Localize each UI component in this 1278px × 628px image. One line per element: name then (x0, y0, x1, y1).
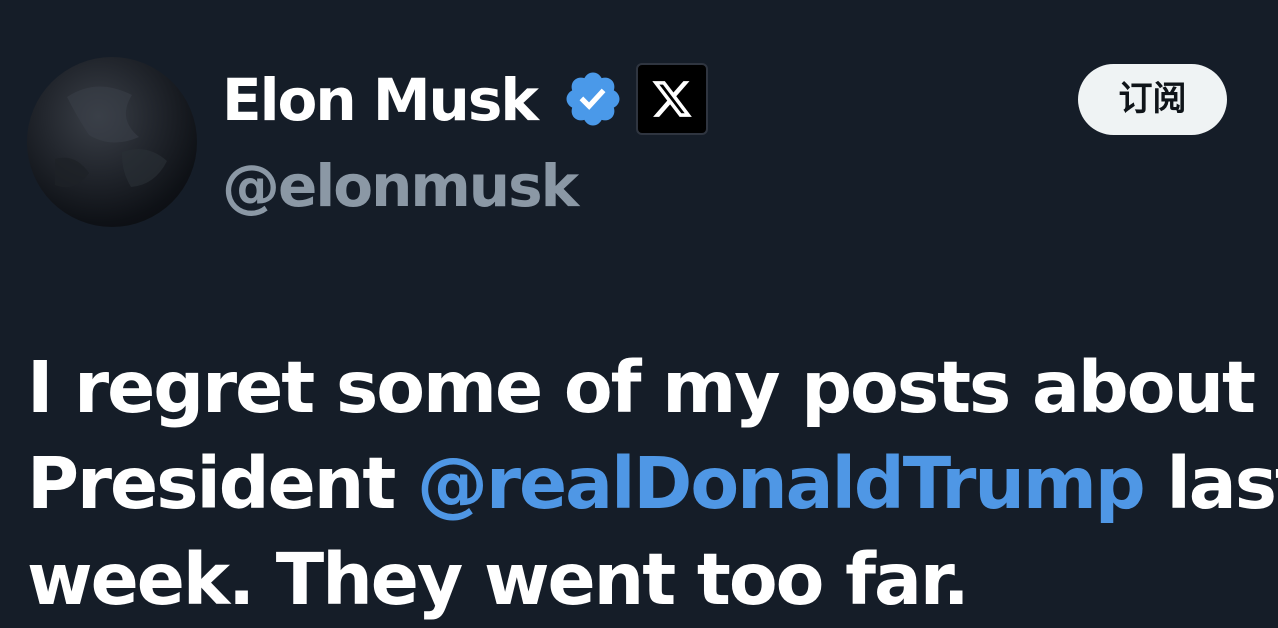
tweet-card: Elon Musk @elonmusk 订阅 I regret some of … (0, 0, 1278, 621)
tweet-text-line-2-suffix: last (1166, 442, 1278, 525)
x-logo-icon (652, 81, 692, 117)
x-logo-badge[interactable] (636, 63, 708, 135)
mention-link[interactable]: @realDonaldTrump (417, 442, 1146, 525)
subscribe-button[interactable]: 订阅 (1078, 64, 1227, 135)
display-name[interactable]: Elon Musk (222, 62, 539, 138)
avatar-image (55, 86, 167, 188)
tweet-text-line-3: week. They went too far. (27, 538, 970, 621)
avatar[interactable] (27, 57, 197, 227)
username-handle[interactable]: @elonmusk (222, 150, 579, 222)
tweet-text-line-2-prefix: President (27, 442, 417, 525)
tweet-text-line-1: I regret some of my posts about (27, 346, 1256, 429)
tweet-text: I regret some of my posts about Presiden… (27, 340, 1278, 628)
tweet-text-line-2: President @realDonaldTrump last (27, 436, 1278, 532)
verified-check-icon[interactable] (562, 68, 624, 130)
